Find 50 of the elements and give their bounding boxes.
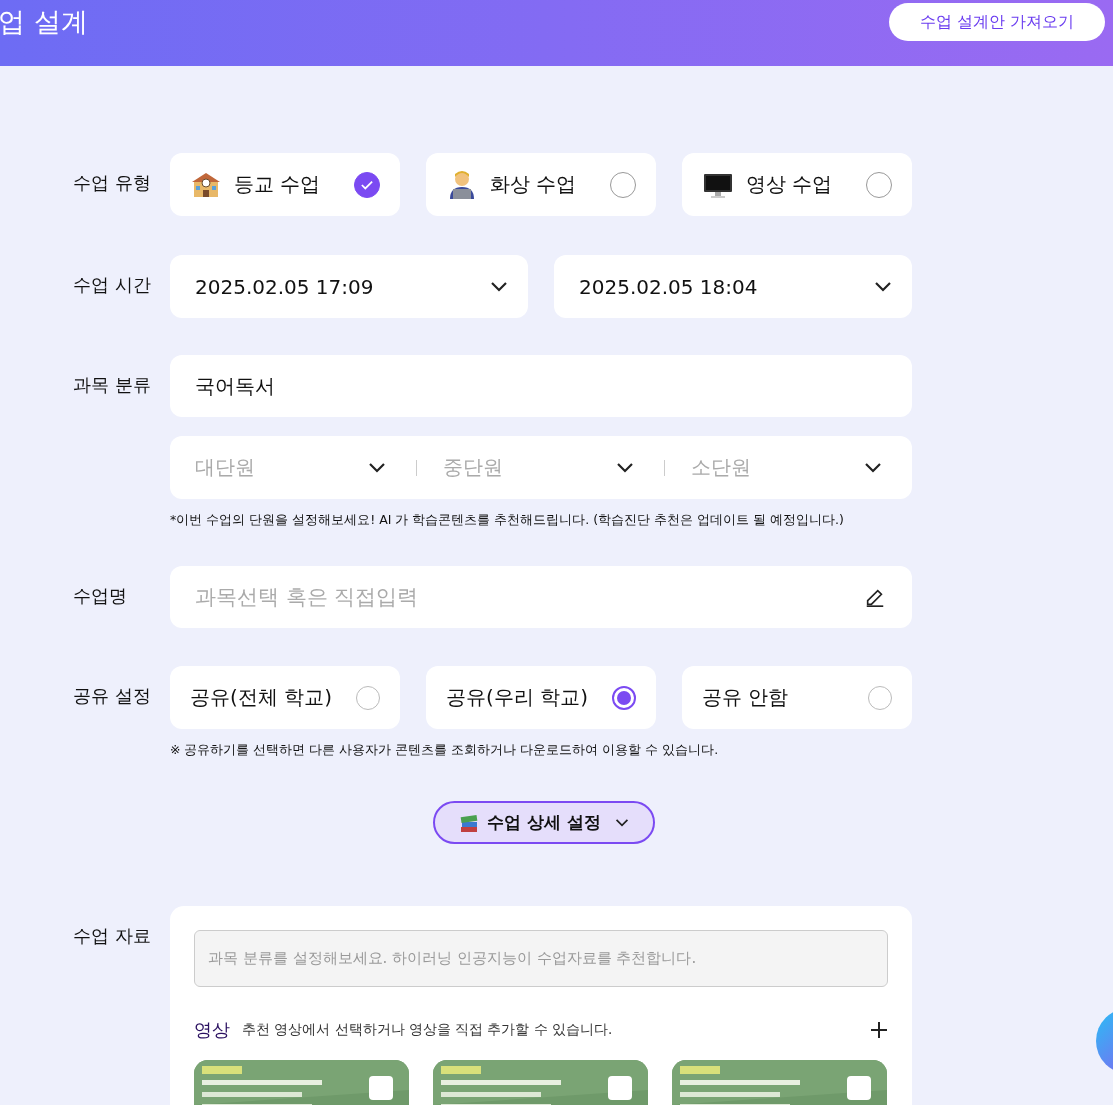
chevron-down-icon (368, 461, 386, 474)
option-label: 공유(우리 학교) (446, 684, 589, 711)
field-label: 공유 설정 (73, 684, 152, 708)
chevron-down-icon (490, 280, 508, 293)
chevron-down-icon (616, 461, 634, 474)
section-title: 영상 (194, 1018, 230, 1042)
radio-button[interactable] (354, 171, 380, 198)
datetime-value: 2025.02.05 18:04 (579, 274, 758, 299)
option-label: 공유 안함 (702, 684, 790, 711)
section-description: 추천 영상에서 선택하거나 영상을 직접 추가할 수 있습니다. (242, 1021, 614, 1039)
field-label: 과목 분류 (73, 373, 152, 397)
check-icon (360, 178, 374, 191)
chevron-down-icon (874, 280, 892, 293)
class-type-option[interactable]: 영상 수업 (682, 153, 912, 216)
unit-hint-text: *이번 수업의 단원을 설정해보세요! AI 가 학습콘텐츠를 추천해드립니다. (학습진단 추천은 업데이트 될 예정입니다.) (170, 512, 845, 529)
option-label: 영상 수업 (746, 171, 834, 198)
unit-placeholder: 대단원 (195, 454, 255, 481)
option-label: 화상 수업 (490, 171, 578, 198)
field-placeholder: 과목 분류를 설정해보세요. 하이러닝 인공지능이 수업자료를 추천합니다. (208, 949, 697, 968)
unit-placeholder: 중단원 (443, 454, 503, 481)
datetime-value: 2025.02.05 17:09 (195, 274, 374, 299)
chevron-down-icon (864, 461, 882, 474)
class-type-option[interactable]: 화상 수업 (426, 153, 656, 216)
unit-placeholder: 소단원 (691, 454, 751, 481)
subject-value: 국어독서 (195, 372, 275, 400)
field-label: 수업명 (73, 584, 128, 608)
sharing-hint-text: ※ 공유하기를 선택하면 다른 사용자가 콘텐츠를 조회하거나 다운로드하여 이용할 수 있습니다. (170, 742, 720, 759)
checkbox[interactable] (608, 1076, 632, 1100)
subject-field[interactable]: 국어독서 (170, 355, 912, 417)
radio-button[interactable] (612, 685, 636, 710)
detail-settings-button[interactable]: 수업 상세 설정 (433, 801, 655, 844)
checkbox[interactable] (847, 1076, 871, 1100)
books-icon (459, 812, 480, 833)
field-label: 수업 시간 (73, 273, 152, 297)
chevron-down-icon (614, 817, 629, 828)
datetime-select[interactable]: 2025.02.05 17:09 (170, 255, 528, 318)
option-label: 등교 수업 (234, 171, 322, 198)
import-button[interactable]: 수업 설계안 가져오기 (889, 3, 1105, 41)
plus-icon[interactable] (870, 1021, 888, 1039)
checkbox[interactable] (369, 1076, 393, 1100)
class-type-option[interactable]: 등교 수업 (170, 153, 400, 216)
field-label: 수업 자료 (73, 924, 152, 948)
page-title: 업 설계 (0, 5, 88, 39)
field-label: 수업 유형 (73, 171, 152, 195)
option-label: 공유(전체 학교) (190, 684, 333, 711)
share-option[interactable]: 공유 안함 (682, 666, 912, 729)
share-option[interactable]: 공유(우리 학교) (426, 666, 656, 729)
share-option[interactable]: 공유(전체 학교) (170, 666, 400, 729)
datetime-select[interactable]: 2025.02.05 18:04 (554, 255, 912, 318)
class-name-field[interactable]: 과목선택 혹은 직접입력 (170, 566, 912, 628)
